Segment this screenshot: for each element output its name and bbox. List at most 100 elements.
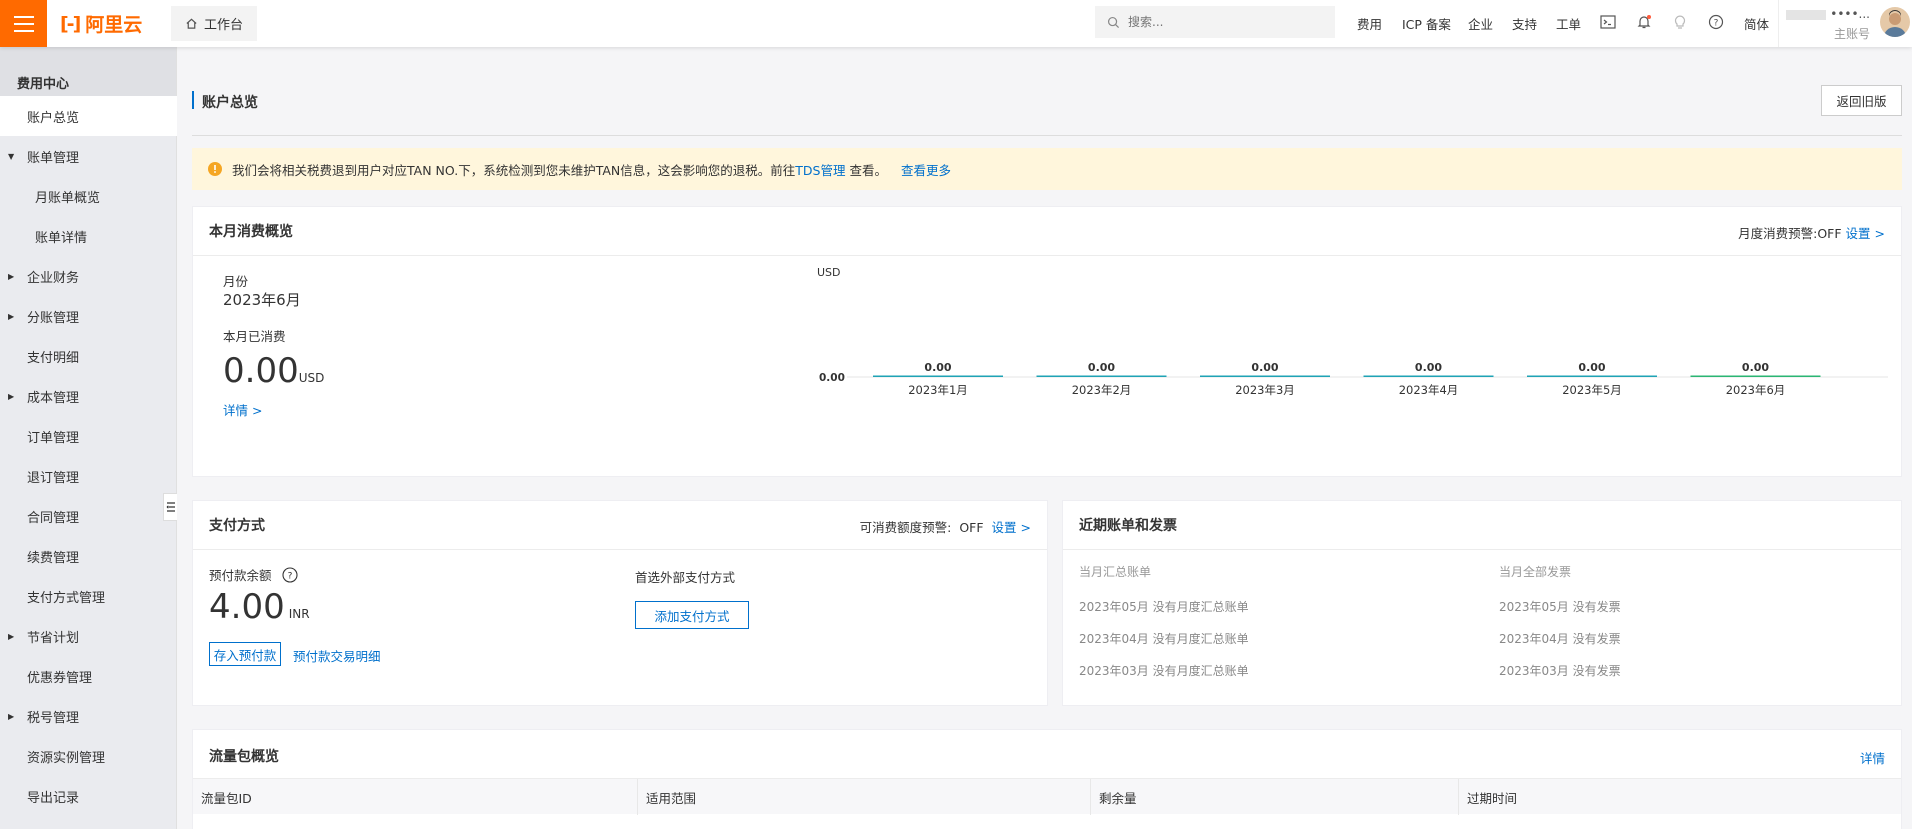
chart-value-label: 0.00 (1578, 361, 1605, 374)
sidebar-item[interactable]: ▶ 税号管理 (0, 696, 177, 736)
list-item: 2023年03月 没有发票 (1499, 664, 1621, 678)
nav-icp[interactable]: ICP 备案 (1402, 14, 1451, 33)
monthly-alert: 月度消费预警:OFF 设置 > (1738, 223, 1885, 242)
svg-text:?: ? (1714, 19, 1719, 29)
caret-down-icon: ▼ (8, 151, 15, 161)
prepayment-transactions-link[interactable]: 预付款交易明细 (293, 646, 381, 665)
nav-ticket[interactable]: 工单 (1556, 14, 1581, 33)
language-switch[interactable]: 简体 (1744, 14, 1769, 33)
sidebar-item-label: 支付明细 (27, 350, 80, 366)
list-item: 2023年03月 没有月度汇总账单 (1079, 664, 1249, 678)
sidebar-item[interactable]: 退订管理 (0, 456, 177, 496)
hamburger-menu-button[interactable] (0, 0, 47, 47)
monthly-alert-settings-link[interactable]: 设置 > (1846, 226, 1885, 241)
tds-management-link[interactable]: TDS管理 (795, 160, 845, 179)
lightbulb-icon[interactable] (1670, 12, 1690, 32)
balance-amount: 4.00 INR (209, 587, 310, 627)
sidebar-item[interactable]: ▶ 节省计划 (0, 616, 177, 656)
workbench-label: 工作台 (204, 18, 244, 33)
sidebar-item-label: 资源实例管理 (27, 750, 106, 766)
sidebar-item[interactable]: ▶ 企业财务 (0, 256, 177, 296)
chart-value-label: 0.00 (924, 361, 951, 374)
traffic-package-title: 流量包概览 (209, 749, 279, 765)
sidebar-item[interactable]: 导出记录 (0, 776, 177, 816)
caret-right-icon: ▶ (8, 711, 15, 721)
bell-icon[interactable] (1634, 12, 1654, 32)
question-circle-icon[interactable]: ? (281, 566, 298, 583)
nav-enterprise[interactable]: 企业 (1468, 14, 1493, 33)
payment-method-card: 支付方式 可消费额度预警: OFF 设置 > 预付款余额 ? 4.00 INR … (192, 500, 1048, 706)
preferred-method-label: 首选外部支付方式 (635, 570, 736, 585)
card-divider (193, 549, 1047, 550)
credit-alert-settings-link[interactable]: 设置 > (992, 520, 1031, 535)
traffic-details-link[interactable]: 详情 (1860, 748, 1885, 767)
chart-x-tick-label: 2023年2月 (1072, 383, 1132, 397)
sidebar-item[interactable]: ▶ 分账管理 (0, 296, 177, 336)
logo-text: 阿里云 (85, 14, 143, 36)
masked-account-placeholder (1786, 9, 1827, 20)
sidebar-item-label: 合同管理 (27, 510, 80, 526)
sidebar-item[interactable]: 资源实例管理 (0, 736, 177, 776)
sidebar-item[interactable]: 续费管理 (0, 536, 177, 576)
sidebar-item-label: 续费管理 (27, 550, 80, 566)
sidebar-item[interactable]: 月账单概览 (0, 176, 177, 216)
sidebar-item[interactable]: 账户总览 (0, 96, 177, 136)
sidebar-collapse-handle[interactable] (163, 493, 177, 521)
sidebar-item[interactable]: 支付明细 (0, 336, 177, 376)
spent-label: 本月已消费 (223, 329, 286, 344)
sidebar-item[interactable]: 账单详情 (0, 216, 177, 256)
search-input[interactable] (1128, 15, 1318, 29)
terminal-icon[interactable] (1598, 12, 1618, 32)
search-box[interactable] (1095, 6, 1335, 38)
summary-bill-list: 2023年05月 没有月度汇总账单 2023年04月 没有月度汇总账单 2023… (1079, 591, 1249, 687)
sidebar-item[interactable]: ▼ 账单管理 (0, 136, 177, 176)
traffic-package-card: 流量包概览 详情 流量包ID 适用范围 剩余量 过期时间 (192, 729, 1902, 829)
sidebar-item-label: 税号管理 (27, 710, 80, 726)
nav-billing[interactable]: 费用 (1357, 14, 1382, 33)
payment-method-title: 支付方式 (209, 518, 265, 534)
sidebar-item[interactable]: 优惠券管理 (0, 656, 177, 696)
sidebar-item-label: 节省计划 (27, 630, 80, 646)
back-to-old-version-button[interactable]: 返回旧版 (1821, 85, 1902, 116)
list-item: 2023年04月 没有月度汇总账单 (1079, 632, 1249, 646)
sidebar-item-label: 支付方式管理 (27, 590, 106, 606)
account-name[interactable]: ••••... (1786, 7, 1870, 21)
chart-bar[interactable] (1690, 375, 1821, 378)
chart-x-tick-label: 2023年6月 (1726, 383, 1786, 397)
svg-text:?: ? (287, 571, 292, 581)
sidebar-item[interactable]: ▶ 成本管理 (0, 376, 177, 416)
chart-bar[interactable] (1527, 375, 1657, 378)
caret-right-icon: ▶ (8, 271, 15, 281)
sidebar-item[interactable]: 支付方式管理 (0, 576, 177, 616)
balance-label-row: 预付款余额 ? (209, 565, 298, 584)
avatar[interactable] (1880, 7, 1910, 37)
deposit-button[interactable]: 存入预付款 (209, 642, 281, 666)
add-payment-method-button[interactable]: 添加支付方式 (635, 601, 749, 629)
sidebar-item-label: 账单详情 (35, 230, 88, 246)
chart-value-label: 0.00 (1251, 361, 1278, 374)
spending-details-link[interactable]: 详情 > (223, 400, 262, 419)
help-icon[interactable]: ? (1706, 12, 1726, 32)
caret-right-icon: ▶ (8, 391, 15, 401)
aliyun-logo[interactable]: [-] 阿里云 (60, 11, 143, 37)
nav-support[interactable]: 支持 (1512, 14, 1537, 33)
chart-bar[interactable] (1036, 375, 1167, 378)
workbench-button[interactable]: 工作台 (171, 6, 258, 41)
balance-value: 4.00 (209, 587, 285, 627)
chart-bar[interactable] (1200, 375, 1330, 378)
spent-unit: USD (298, 371, 325, 385)
invoice-list: 2023年05月 没有发票 2023年04月 没有发票 2023年03月 没有发… (1499, 591, 1621, 687)
chart-bar[interactable] (873, 375, 1003, 378)
monthly-overview-title: 本月消费概览 (209, 224, 293, 240)
sidebar-item[interactable]: 合同管理 (0, 496, 177, 536)
sidebar-item[interactable]: 订单管理 (0, 416, 177, 456)
sidebar-item-label: 导出记录 (27, 790, 80, 806)
monthly-spend-chart: USD 0.00 0.00 2023年1月 0.00 2023年2月 0.00 2023年… (817, 266, 1888, 397)
chart-bar[interactable] (1363, 375, 1494, 378)
header-divider (192, 135, 1902, 136)
chart-y-tick: 0.00 (819, 372, 845, 384)
sidebar-item-label: 账户总览 (27, 110, 80, 126)
sidebar-item-label: 成本管理 (27, 390, 80, 406)
view-more-link[interactable]: 查看更多 (901, 160, 951, 179)
chart-x-tick-label: 2023年3月 (1235, 383, 1295, 397)
